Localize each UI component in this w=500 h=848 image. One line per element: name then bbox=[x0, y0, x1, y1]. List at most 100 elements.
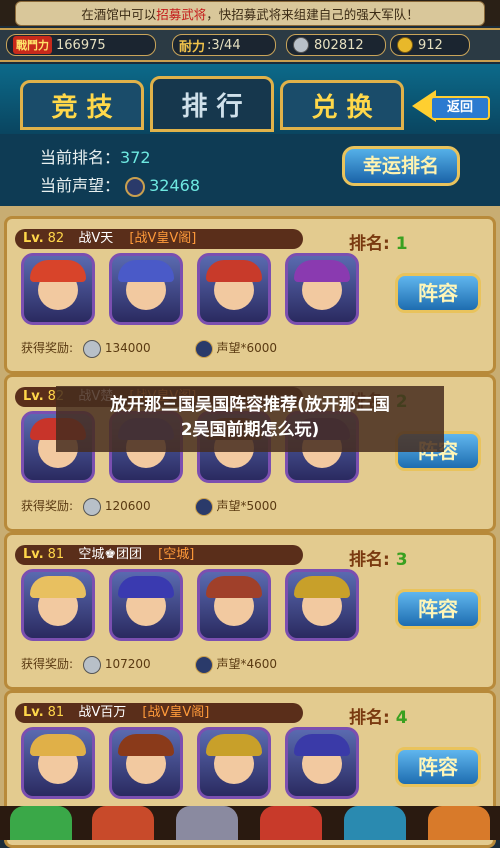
player-info: 当前排名：372 当前声望： 32468 幸运排名 bbox=[0, 134, 500, 206]
player-header: Lv. 82 战V天 [战V皇V阁] bbox=[15, 229, 303, 249]
tab-exchange[interactable]: 兑 换 bbox=[280, 80, 404, 130]
hero-portrait[interactable] bbox=[285, 569, 359, 641]
power-value: 166975 bbox=[56, 37, 106, 53]
hero-portrait[interactable] bbox=[109, 569, 183, 641]
nav-gem-icon[interactable] bbox=[344, 806, 406, 840]
rank-label: 当前排名： bbox=[40, 148, 121, 167]
hero-portraits bbox=[21, 253, 361, 329]
silver-coin-icon bbox=[82, 655, 101, 674]
hero-portrait[interactable] bbox=[109, 727, 183, 799]
power-tag: 戰鬥力 bbox=[13, 36, 52, 54]
reward-label: 获得奖励: bbox=[21, 499, 74, 513]
hero-portrait[interactable] bbox=[21, 253, 95, 325]
player-header: Lv. 81 战V百万 [战V皇V阁] bbox=[15, 703, 303, 723]
tab-arena[interactable]: 竞 技 bbox=[20, 80, 144, 130]
hero-hair bbox=[294, 734, 350, 756]
prestige-icon bbox=[194, 655, 213, 674]
reward-silver: 134000 bbox=[104, 341, 151, 355]
article-title-overlay: 放开那三国吴国阵容推荐(放开那三国 2吴国前期怎么玩) bbox=[56, 386, 444, 452]
back-label: 返回 bbox=[430, 96, 490, 120]
hero-hair bbox=[206, 734, 262, 756]
hero-portrait[interactable] bbox=[197, 569, 271, 641]
lucky-ranking-button[interactable]: 幸运排名 bbox=[342, 146, 460, 186]
notice-bar: 在酒馆中可以招募武将，快招募武将来组建自己的强大军队！ bbox=[0, 0, 500, 26]
rank-label: 排名: bbox=[349, 234, 390, 254]
hero-portrait[interactable] bbox=[285, 253, 359, 325]
tab-ranking[interactable]: 排 行 bbox=[150, 76, 274, 132]
hero-portrait[interactable] bbox=[21, 727, 95, 799]
hero-hair bbox=[30, 576, 86, 598]
player-name: 战V百万 bbox=[78, 705, 127, 720]
rank-display: 排名: 1 bbox=[349, 229, 408, 254]
nav-book-icon[interactable] bbox=[92, 806, 154, 840]
nav-sword-icon[interactable] bbox=[176, 806, 238, 840]
hero-hair bbox=[294, 576, 350, 598]
reward-label: 获得奖励: bbox=[21, 657, 74, 671]
player-header: Lv. 81 空城♚团团 [空城] bbox=[15, 545, 303, 565]
lineup-button[interactable]: 阵容 bbox=[395, 273, 481, 313]
notice-suffix: ，快招募武将来组建自己的强大军队！ bbox=[206, 6, 419, 22]
rank-label: 排名: bbox=[349, 550, 390, 570]
reward-prestige: *6000 bbox=[240, 341, 278, 355]
rank-display: 排名: 4 bbox=[349, 703, 408, 728]
hero-hair bbox=[294, 260, 350, 282]
level-label: Lv. bbox=[23, 231, 44, 246]
notice-message: 在酒馆中可以招募武将，快招募武将来组建自己的强大军队！ bbox=[15, 0, 485, 26]
back-button[interactable]: 返回 bbox=[412, 84, 490, 126]
gold-value: 912 bbox=[418, 37, 443, 53]
level-label: Lv. bbox=[23, 705, 44, 720]
reward-row: 获得奖励: 134000 声望*6000 bbox=[21, 339, 481, 365]
hero-hair bbox=[118, 260, 174, 282]
tab-exchange-label: 兑 换 bbox=[311, 92, 373, 123]
hero-portrait[interactable] bbox=[21, 569, 95, 641]
power-stat: 戰鬥力 166975 bbox=[6, 34, 156, 56]
rank-number: 4 bbox=[395, 708, 408, 728]
hero-hair bbox=[118, 576, 174, 598]
tab-ranking-label: 排 行 bbox=[181, 91, 243, 122]
reward-row: 获得奖励: 120600 声望*5000 bbox=[21, 497, 481, 523]
hero-portrait[interactable] bbox=[197, 253, 271, 325]
rank-label: 排名: bbox=[349, 708, 390, 728]
notice-prefix: 在酒馆中可以 bbox=[81, 6, 157, 22]
rank-display: 排名: 3 bbox=[349, 545, 408, 570]
prestige-icon bbox=[125, 176, 146, 197]
reward-prestige: *5000 bbox=[240, 499, 278, 513]
gold-coin-icon bbox=[397, 37, 413, 53]
hero-hair bbox=[30, 260, 86, 282]
hero-portraits bbox=[21, 569, 361, 645]
prestige-label: 当前声望： bbox=[40, 176, 121, 195]
silver-stat: 802812 bbox=[286, 34, 386, 56]
stamina-value: :3/44 bbox=[207, 37, 241, 53]
tab-arena-label: 竞 技 bbox=[51, 92, 113, 123]
gold-stat: 912 bbox=[390, 34, 470, 56]
nav-clover-icon[interactable] bbox=[10, 806, 72, 840]
reward-row: 获得奖励: 107200 声望*4600 bbox=[21, 655, 481, 681]
hero-hair bbox=[118, 734, 174, 756]
reward-prestige-label: 声望 bbox=[216, 657, 241, 671]
silver-value: 802812 bbox=[314, 37, 364, 53]
lineup-button[interactable]: 阵容 bbox=[395, 589, 481, 629]
level-value: 81 bbox=[47, 547, 65, 562]
current-rank: 当前排名：372 bbox=[40, 144, 151, 168]
stamina-stat: 耐力 :3/44 bbox=[172, 34, 276, 56]
nav-bag-icon[interactable] bbox=[428, 806, 490, 840]
lineup-button[interactable]: 阵容 bbox=[395, 747, 481, 787]
guild-name: [战V皇V阁] bbox=[129, 231, 197, 246]
guild-name: [空城] bbox=[158, 547, 195, 562]
hero-portrait[interactable] bbox=[197, 727, 271, 799]
player-name: 空城♚团团 bbox=[78, 547, 142, 562]
bottom-nav bbox=[0, 806, 500, 840]
ranking-card: Lv. 82 战V天 [战V皇V阁] 排名: 1 阵容 获得奖励: 134000 … bbox=[4, 216, 496, 374]
nav-scroll-icon[interactable] bbox=[260, 806, 322, 840]
notice-highlight: 招募武将 bbox=[156, 6, 207, 22]
reward-prestige: *4600 bbox=[240, 657, 278, 671]
current-prestige: 当前声望： 32468 bbox=[40, 172, 200, 197]
level-value: 82 bbox=[47, 231, 65, 246]
silver-coin-icon bbox=[82, 339, 101, 358]
hero-portrait[interactable] bbox=[109, 253, 183, 325]
stamina-label: 耐力 bbox=[179, 39, 206, 55]
ranking-list: Lv. 82 战V天 [战V皇V阁] 排名: 1 阵容 获得奖励: 134000 … bbox=[0, 206, 500, 848]
hero-portrait[interactable] bbox=[285, 727, 359, 799]
guild-name: [战V皇V阁] bbox=[142, 705, 210, 720]
ranking-card: Lv. 81 空城♚团团 [空城] 排名: 3 阵容 获得奖励: 107200 声… bbox=[4, 532, 496, 690]
